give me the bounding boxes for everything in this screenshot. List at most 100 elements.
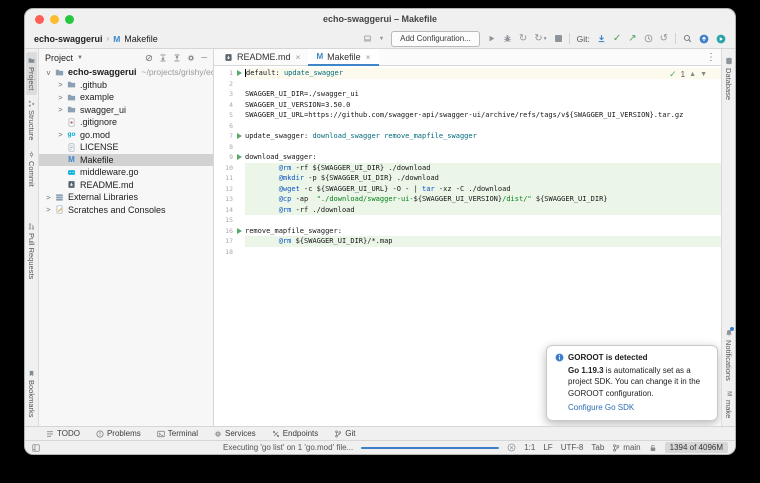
- project-tree: v echo-swaggerui ~/projects/grishy/echo-sw…: [39, 66, 213, 426]
- zoom-window-button[interactable]: [65, 15, 74, 24]
- line-number: 9: [229, 153, 233, 162]
- rollback-icon[interactable]: ↺: [660, 33, 668, 44]
- configure-go-sdk-link[interactable]: Configure Go SDK: [568, 402, 634, 413]
- search-icon[interactable]: [683, 34, 692, 43]
- run-target-button[interactable]: [236, 70, 242, 77]
- project-panel-title[interactable]: Project: [45, 53, 73, 63]
- line-separator[interactable]: LF: [543, 443, 552, 452]
- tab-makefile[interactable]: M Makefile ×: [308, 49, 379, 66]
- goroot-notification: GOROOT is detected Go 1.19.3 is automati…: [546, 345, 718, 421]
- tree-item-external-libraries[interactable]: > External Libraries: [39, 191, 213, 204]
- tree-chevron-icon[interactable]: >: [56, 81, 65, 89]
- tab-label: Makefile: [327, 52, 361, 62]
- laptop-icon[interactable]: [363, 34, 372, 43]
- rerun-icon[interactable]: ↻: [519, 33, 527, 44]
- close-window-button[interactable]: [35, 15, 44, 24]
- run-target-button[interactable]: [236, 133, 242, 140]
- editor-line: 8: [214, 142, 721, 153]
- add-configuration-button[interactable]: Add Configuration...: [391, 30, 480, 47]
- minimize-window-button[interactable]: [50, 15, 59, 24]
- tree-chevron-icon[interactable]: v: [44, 68, 53, 77]
- tree-chevron-icon[interactable]: >: [44, 193, 53, 202]
- editor[interactable]: ✓ 1 ▲ ▼ GOROOT is detected Go 1.19.3 is …: [214, 66, 721, 426]
- tree-item-middleware-go[interactable]: middleware.go: [39, 166, 213, 179]
- tool-strip-item-make[interactable]: Mmake: [723, 386, 734, 423]
- tree-item-scratches-and-consoles[interactable]: > Scratches and Consoles: [39, 204, 213, 217]
- collapse-all-icon[interactable]: [173, 54, 181, 62]
- tree-chevron-icon[interactable]: >: [56, 93, 65, 102]
- indent-mode[interactable]: Tab: [591, 443, 604, 452]
- git-update-icon[interactable]: [597, 34, 606, 43]
- prev-problem-icon[interactable]: ▲: [689, 71, 696, 78]
- tree-item-makefile[interactable]: M Makefile: [39, 153, 213, 166]
- file-encoding[interactable]: UTF-8: [561, 443, 584, 452]
- gutter-run-slot[interactable]: [233, 68, 245, 79]
- write-access-lock-icon[interactable]: [649, 444, 657, 452]
- memory-indicator[interactable]: 1394 of 4096M: [664, 442, 728, 453]
- tool-window-button-problems[interactable]: Problems: [88, 427, 149, 440]
- inspection-widget[interactable]: ✓ 1 ▲ ▼: [669, 69, 707, 80]
- git-commit-icon[interactable]: ✓: [613, 33, 621, 44]
- tool-window-button-endpoints[interactable]: Endpoints: [264, 427, 327, 440]
- tool-strip-item-project[interactable]: Project: [26, 52, 37, 96]
- tab-readme-md[interactable]: README.md ×: [216, 49, 308, 65]
- breadcrumb-file[interactable]: Makefile: [124, 34, 158, 44]
- tool-strip-item-structure[interactable]: Structure: [26, 95, 37, 145]
- expand-all-icon[interactable]: [159, 54, 167, 62]
- tool-strip-item-notifications[interactable]: Notifications: [723, 324, 734, 386]
- editor-line: 12 @wget -c ${SWAGGER_UI_URL} -O - | tar…: [214, 183, 721, 194]
- gutter-run-slot[interactable]: [233, 131, 245, 142]
- tool-window-button-terminal[interactable]: Terminal: [149, 427, 206, 440]
- run-target-button[interactable]: [236, 154, 242, 161]
- tree-item--gitignore[interactable]: .gitignore: [39, 116, 213, 129]
- tree-chevron-icon[interactable]: >: [56, 131, 65, 139]
- tool-strip-item-commit[interactable]: Commit: [26, 146, 37, 192]
- tool-window-button-services[interactable]: Services: [206, 427, 264, 440]
- stop-icon[interactable]: [554, 35, 562, 42]
- title-bar[interactable]: echo-swaggerui – Makefile: [25, 9, 735, 29]
- tree-chevron-icon[interactable]: >: [44, 206, 53, 214]
- plugin-icon[interactable]: [716, 34, 726, 44]
- cancel-task-icon[interactable]: [507, 443, 516, 452]
- tree-item-license[interactable]: LICENSE: [39, 141, 213, 154]
- tool-strip-item-database[interactable]: Database: [723, 52, 734, 105]
- tool-strip-label: Bookmarks: [27, 380, 36, 418]
- gear-icon[interactable]: [187, 54, 195, 62]
- breadcrumb-project[interactable]: echo-swaggerui: [34, 34, 103, 44]
- tree-item-readme-md[interactable]: README.md: [39, 179, 213, 192]
- editor-line: 6: [214, 121, 721, 132]
- history-icon[interactable]: [644, 34, 653, 43]
- tool-strip-item-bookmarks[interactable]: Bookmarks: [26, 365, 37, 423]
- caret-position[interactable]: 1:1: [524, 443, 535, 452]
- tree-item-echo-swaggerui[interactable]: v echo-swaggerui ~/projects/grishy/echo-sw…: [39, 66, 213, 79]
- git-push-icon[interactable]: ↗: [628, 33, 636, 44]
- play-icon[interactable]: [487, 34, 496, 43]
- bug-icon[interactable]: [503, 34, 512, 43]
- tree-item-swagger-ui[interactable]: > swagger_ui: [39, 104, 213, 117]
- gutter-run-slot[interactable]: [233, 152, 245, 163]
- tree-chevron-icon[interactable]: >: [56, 106, 65, 114]
- gutter-run-slot[interactable]: [233, 226, 245, 237]
- tree-item-go-mod[interactable]: > go go.mod: [39, 129, 213, 142]
- tool-window-button-git[interactable]: Git: [326, 427, 363, 440]
- layout-grid-icon[interactable]: [32, 443, 40, 452]
- run-menu-icon[interactable]: ↻ ▼: [534, 33, 547, 44]
- code-token: -rf ${SWAGGER_UI_DIR} ./download: [291, 163, 431, 172]
- close-tab-icon[interactable]: ×: [366, 52, 371, 62]
- close-tab-icon[interactable]: ×: [296, 52, 301, 62]
- tool-window-button-todo[interactable]: TODO: [38, 427, 88, 440]
- editor-options-kebab-icon[interactable]: ⋮: [706, 52, 716, 63]
- run-target-button[interactable]: [236, 227, 242, 234]
- tree-item-label: go.mod: [80, 129, 111, 140]
- tool-strip-label: Commit: [27, 160, 36, 187]
- tree-item-example[interactable]: > example: [39, 91, 213, 104]
- code-token: -c ${SWAGGER_UI_URL} -O - |: [299, 184, 423, 193]
- tool-strip-item-pull-requests[interactable]: Pull Requests: [26, 218, 37, 284]
- next-problem-icon[interactable]: ▼: [700, 71, 707, 78]
- chevron-down-icon[interactable]: ▼: [77, 55, 83, 61]
- locate-icon[interactable]: [145, 54, 153, 62]
- code-token: -xz -C ./download: [434, 184, 511, 193]
- tree-item--github[interactable]: > .github: [39, 79, 213, 92]
- ide-update-icon[interactable]: [699, 34, 709, 44]
- git-branch-widget[interactable]: main: [612, 443, 641, 452]
